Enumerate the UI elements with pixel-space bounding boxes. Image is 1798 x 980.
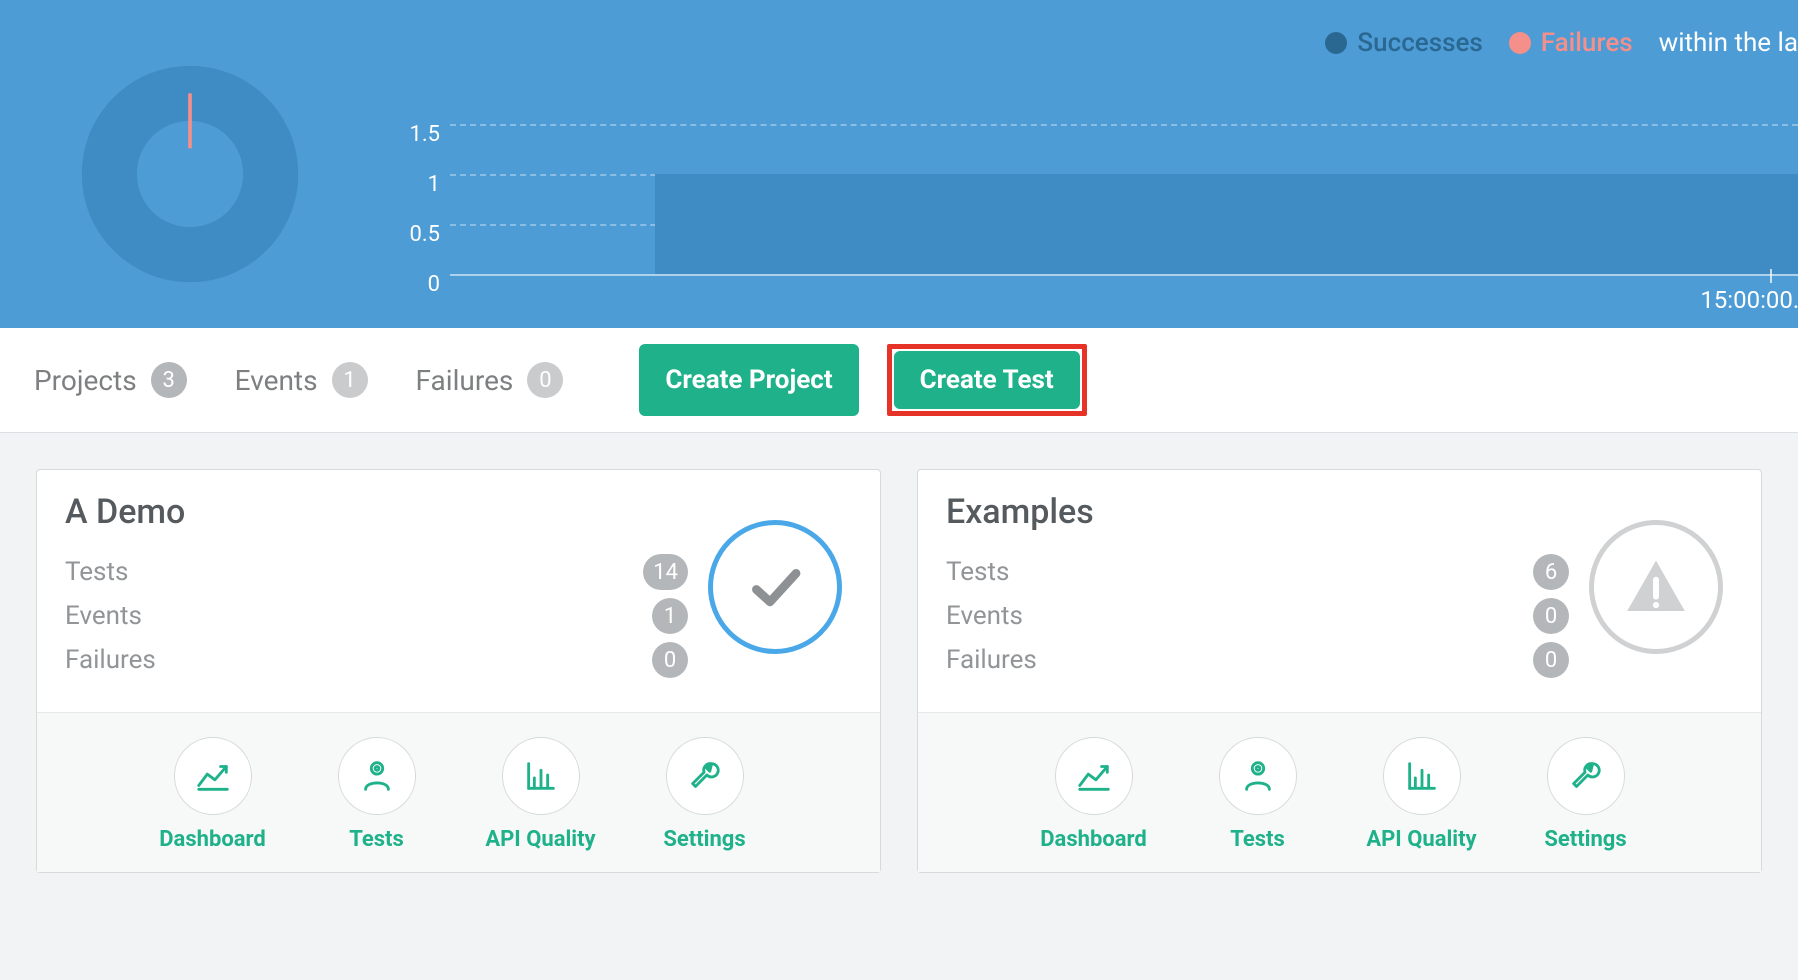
project-title[interactable]: Examples	[946, 492, 1569, 532]
stat-events: Events 1	[65, 594, 688, 638]
create-test-button[interactable]: Create Test	[894, 351, 1080, 409]
x-tick	[1770, 269, 1772, 283]
summary-events-label: Events	[235, 364, 318, 397]
nav-tests[interactable]: Tests	[317, 737, 437, 852]
stat-failures: Failures 0	[65, 638, 688, 682]
stat-label: Tests	[65, 557, 643, 587]
project-title[interactable]: A Demo	[65, 492, 688, 532]
summary-toolbar: Projects 3 Events 1 Failures 0 Create Pr…	[0, 328, 1798, 433]
stat-value: 6	[1533, 554, 1569, 590]
bar-chart-icon	[1383, 737, 1461, 815]
check-icon	[744, 556, 806, 618]
nav-label: Settings	[663, 827, 745, 852]
create-project-button[interactable]: Create Project	[639, 344, 858, 416]
summary-projects[interactable]: Projects 3	[34, 362, 187, 398]
project-nav: Dashboard Tests API Quality Settings	[918, 712, 1761, 872]
stat-failures: Failures 0	[946, 638, 1569, 682]
bar-chart-icon	[502, 737, 580, 815]
y-axis: 1.5 1 0.5 0	[380, 124, 440, 324]
success-bar	[655, 174, 1798, 274]
summary-counts: Projects 3 Events 1 Failures 0	[34, 362, 563, 398]
nav-settings[interactable]: Settings	[1526, 737, 1646, 852]
chart-line-icon	[1055, 737, 1133, 815]
stat-value: 14	[643, 554, 688, 590]
chart-line-icon	[174, 737, 252, 815]
x-tick-label: 15:00:00.000	[1700, 286, 1798, 314]
y-tick: 0	[380, 274, 440, 324]
stat-value: 0	[1533, 598, 1569, 634]
highlight-annotation: Create Test	[887, 344, 1087, 416]
stat-label: Failures	[946, 645, 1533, 675]
y-tick: 0.5	[380, 224, 440, 274]
project-cards: A Demo Tests 14 Events 1 Failures 0	[0, 433, 1798, 909]
nav-label: API Quality	[485, 827, 595, 852]
status-warn-icon	[1589, 520, 1723, 654]
y-tick: 1.5	[380, 124, 440, 174]
warning-triangle-icon	[1620, 551, 1692, 623]
nav-label: Dashboard	[1040, 827, 1147, 852]
project-card: A Demo Tests 14 Events 1 Failures 0	[36, 469, 881, 873]
plot-area: 15:00:00.000	[450, 124, 1798, 274]
stat-label: Events	[946, 601, 1533, 631]
stat-label: Events	[65, 601, 652, 631]
summary-projects-label: Projects	[34, 364, 137, 397]
nav-tests[interactable]: Tests	[1198, 737, 1318, 852]
nav-label: Tests	[1230, 827, 1285, 852]
wrench-icon	[1547, 737, 1625, 815]
nav-label: Settings	[1544, 827, 1626, 852]
donut-svg	[80, 64, 300, 284]
doctor-icon	[1219, 737, 1297, 815]
wrench-icon	[666, 737, 744, 815]
summary-failures[interactable]: Failures 0	[416, 362, 564, 398]
project-nav: Dashboard Tests API Quality Settings	[37, 712, 880, 872]
stat-label: Failures	[65, 645, 652, 675]
stat-value: 0	[1533, 642, 1569, 678]
nav-dashboard[interactable]: Dashboard	[153, 737, 273, 852]
summary-failures-count: 0	[527, 362, 563, 398]
toolbar-actions: Create Project Create Test	[639, 344, 1086, 416]
nav-label: API Quality	[1366, 827, 1476, 852]
nav-label: Tests	[349, 827, 404, 852]
nav-api-quality[interactable]: API Quality	[1362, 737, 1482, 852]
stat-tests: Tests 6	[946, 550, 1569, 594]
hero-chart-panel: Successes Failures within the la 1.5 1 0…	[0, 0, 1798, 328]
nav-dashboard[interactable]: Dashboard	[1034, 737, 1154, 852]
doctor-icon	[338, 737, 416, 815]
summary-projects-count: 3	[151, 362, 187, 398]
nav-label: Dashboard	[159, 827, 266, 852]
summary-events-count: 1	[332, 362, 368, 398]
y-tick: 1	[380, 174, 440, 224]
summary-events[interactable]: Events 1	[235, 362, 368, 398]
stat-label: Tests	[946, 557, 1533, 587]
project-card: Examples Tests 6 Events 0 Failures 0	[917, 469, 1762, 873]
summary-failures-label: Failures	[416, 364, 514, 397]
stat-value: 0	[652, 642, 688, 678]
stat-value: 1	[652, 598, 688, 634]
stat-tests: Tests 14	[65, 550, 688, 594]
stat-events: Events 0	[946, 594, 1569, 638]
timeline-chart: 1.5 1 0.5 0 15:00:00.000	[380, 20, 1798, 328]
status-ok-icon	[708, 520, 842, 654]
donut-chart	[0, 20, 380, 328]
nav-api-quality[interactable]: API Quality	[481, 737, 601, 852]
nav-settings[interactable]: Settings	[645, 737, 765, 852]
